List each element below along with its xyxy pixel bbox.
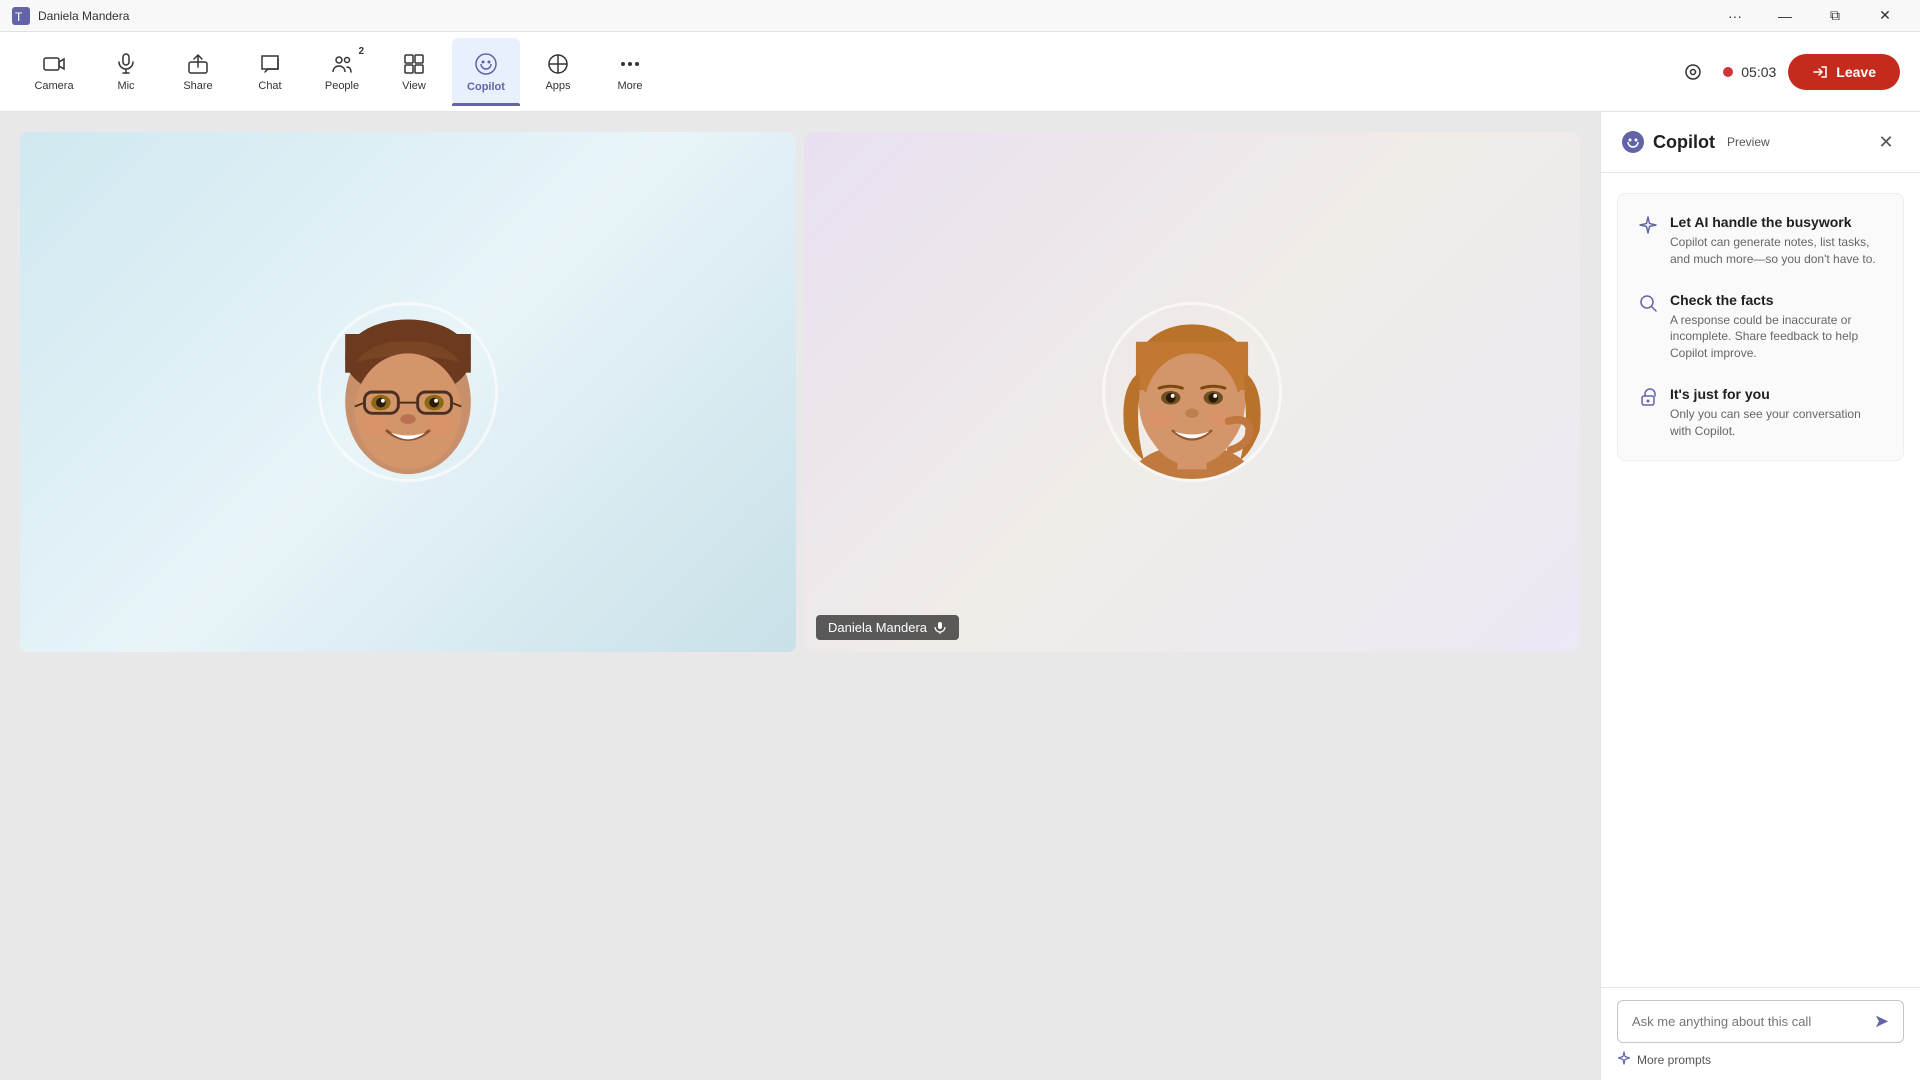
feature-1-heading: Let AI handle the busywork	[1670, 214, 1883, 230]
mic-button[interactable]: Mic	[92, 38, 160, 106]
sparkle-icon	[1638, 215, 1658, 235]
copilot-body: Let AI handle the busywork Copilot can g…	[1601, 173, 1920, 987]
copilot-feature-1: Let AI handle the busywork Copilot can g…	[1638, 214, 1883, 268]
copilot-header-left: Copilot Preview	[1621, 130, 1770, 154]
copilot-icon	[473, 51, 499, 77]
share-icon	[186, 52, 210, 76]
recording-indicator	[1723, 67, 1733, 77]
settings-button[interactable]	[1675, 54, 1711, 90]
copilot-footer: ➤ More prompts	[1601, 987, 1920, 1080]
people-icon	[330, 52, 354, 76]
participant-name-badge: Daniela Mandera	[816, 615, 959, 640]
window-title: Daniela Mandera	[38, 9, 129, 23]
participant-name: Daniela Mandera	[828, 620, 927, 635]
prompts-sparkle-icon	[1617, 1051, 1631, 1068]
toolbar-right: 05:03 Leave	[1675, 54, 1900, 90]
copilot-header: Copilot Preview ✕	[1601, 112, 1920, 173]
feature-3-heading: It's just for you	[1670, 386, 1883, 402]
close-button[interactable]: ✕	[1862, 0, 1908, 32]
camera-label: Camera	[34, 80, 73, 92]
lock-icon	[1638, 387, 1658, 407]
copilot-panel: Copilot Preview ✕ Let AI handle the busy…	[1600, 112, 1920, 1080]
call-timer: 05:03	[1741, 64, 1776, 80]
share-button[interactable]: Share	[164, 38, 232, 106]
feature-2-body: A response could be inaccurate or incomp…	[1670, 312, 1883, 362]
copilot-send-button[interactable]: ➤	[1874, 1011, 1889, 1032]
mic-label: Mic	[117, 80, 134, 92]
copilot-close-button[interactable]: ✕	[1872, 128, 1900, 156]
feature-1-text: Let AI handle the busywork Copilot can g…	[1670, 214, 1883, 268]
copilot-input[interactable]	[1632, 1014, 1874, 1029]
title-bar: T Daniela Mandera ··· — ⧉ ✕	[0, 0, 1920, 32]
video-grid: Daniela Mandera	[20, 132, 1580, 652]
copilot-input-wrap: ➤	[1617, 1000, 1904, 1043]
view-icon	[402, 52, 426, 76]
apps-label: Apps	[545, 80, 570, 92]
participant-1-avatar	[318, 302, 498, 482]
copilot-preview-badge: Preview	[1727, 135, 1770, 149]
people-button[interactable]: 2 People	[308, 38, 376, 106]
copilot-title: Copilot	[1653, 132, 1715, 153]
copilot-active-indicator	[452, 103, 520, 106]
camera-icon	[42, 52, 66, 76]
people-label: People	[325, 80, 359, 92]
svg-text:T: T	[15, 10, 23, 24]
view-button[interactable]: View	[380, 38, 448, 106]
people-badge: 2	[358, 46, 364, 57]
copilot-features-card: Let AI handle the busywork Copilot can g…	[1617, 193, 1904, 461]
main-content: Daniela Mandera C	[0, 112, 1920, 1080]
apps-icon	[546, 52, 570, 76]
timer-section: 05:03	[1723, 64, 1776, 80]
mic-small-icon	[933, 621, 947, 635]
leave-label: Leave	[1836, 64, 1876, 80]
apps-button[interactable]: Apps	[524, 38, 592, 106]
video-tile-2: Daniela Mandera	[804, 132, 1580, 652]
title-bar-controls: ··· — ⧉ ✕	[1712, 0, 1908, 32]
more-button[interactable]: More	[596, 38, 664, 106]
leave-button[interactable]: Leave	[1788, 54, 1900, 90]
minimize-button[interactable]: —	[1762, 0, 1808, 32]
title-bar-left: T Daniela Mandera	[12, 7, 129, 25]
more-options-button[interactable]: ···	[1712, 0, 1758, 32]
more-prompts-button[interactable]: More prompts	[1617, 1051, 1904, 1068]
feature-3-body: Only you can see your conversation with …	[1670, 406, 1883, 440]
feature-3-text: It's just for you Only you can see your …	[1670, 386, 1883, 440]
leave-icon	[1812, 64, 1828, 80]
copilot-feature-2: Check the facts A response could be inac…	[1638, 292, 1883, 362]
feature-1-body: Copilot can generate notes, list tasks, …	[1670, 234, 1883, 268]
camera-button[interactable]: Camera	[20, 38, 88, 106]
copilot-feature-3: It's just for you Only you can see your …	[1638, 386, 1883, 440]
toolbar: Camera Mic Share Chat	[0, 32, 1920, 112]
more-prompts-label: More prompts	[1637, 1053, 1711, 1067]
copilot-button[interactable]: Copilot	[452, 38, 520, 106]
mic-icon	[114, 52, 138, 76]
participant-2-avatar	[1102, 302, 1282, 482]
search-icon	[1638, 293, 1658, 313]
view-label: View	[402, 80, 426, 92]
copilot-label: Copilot	[467, 81, 505, 93]
more-icon	[618, 52, 642, 76]
teams-logo-icon: T	[12, 7, 30, 25]
call-area: Daniela Mandera	[0, 112, 1600, 1080]
chat-label: Chat	[258, 80, 281, 92]
restore-button[interactable]: ⧉	[1812, 0, 1858, 32]
feature-2-text: Check the facts A response could be inac…	[1670, 292, 1883, 362]
share-label: Share	[183, 80, 212, 92]
copilot-logo-icon	[1621, 130, 1645, 154]
chat-icon	[258, 52, 282, 76]
settings-icon	[1683, 62, 1703, 82]
video-tile-1	[20, 132, 796, 652]
toolbar-left: Camera Mic Share Chat	[20, 38, 664, 106]
chat-button[interactable]: Chat	[236, 38, 304, 106]
more-label: More	[617, 80, 642, 92]
feature-2-heading: Check the facts	[1670, 292, 1883, 308]
